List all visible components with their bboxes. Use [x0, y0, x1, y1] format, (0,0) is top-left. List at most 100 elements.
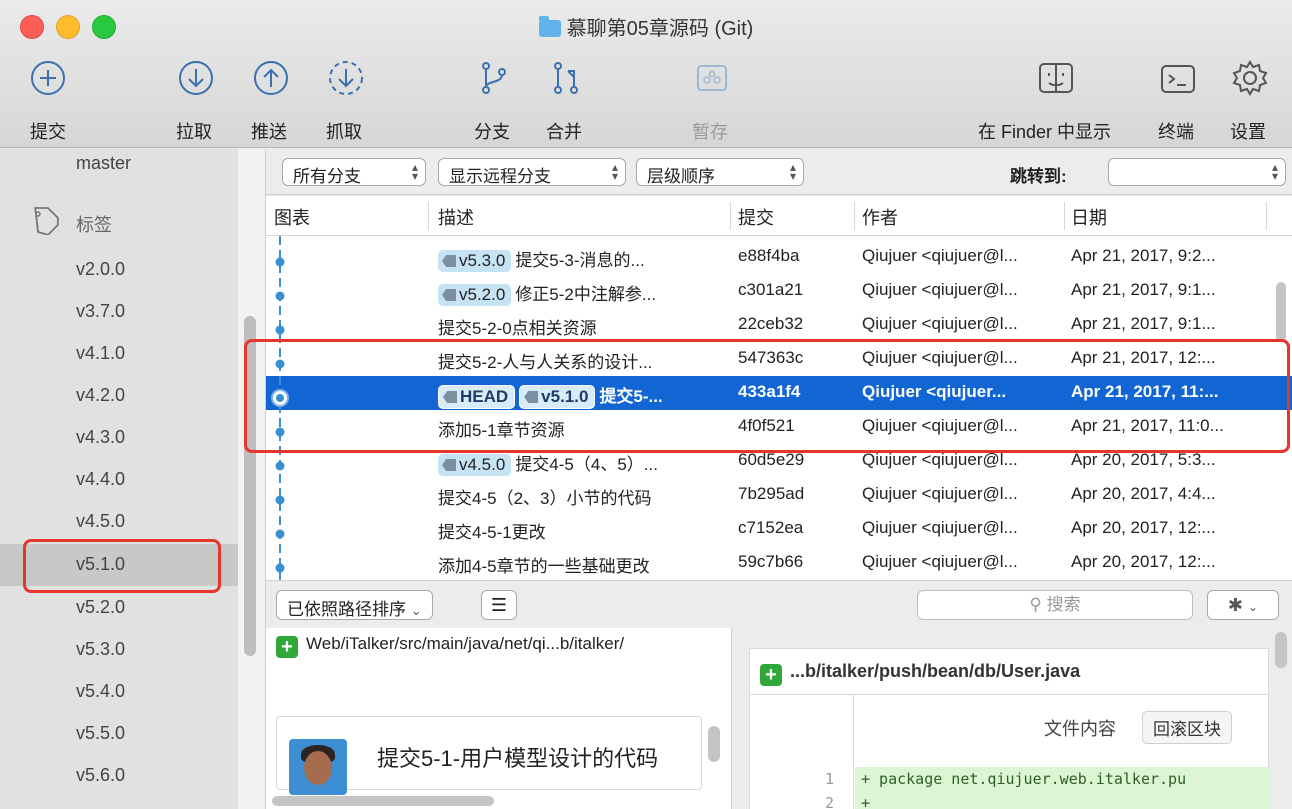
sidebar-tag-item[interactable]: v4.3.0	[0, 417, 238, 459]
hunk-label: 文件内容	[1044, 719, 1116, 739]
merge-label[interactable]: 合并	[546, 118, 582, 144]
commit-button[interactable]	[28, 58, 68, 98]
column-separator[interactable]	[730, 202, 731, 230]
tag-badge: v4.5.0	[438, 454, 512, 476]
column-header-date[interactable]: 日期	[1071, 204, 1107, 230]
sort-select[interactable]: 已依照路径排序 ⌄	[276, 590, 433, 620]
tag-badge: v5.3.0	[438, 250, 512, 272]
table-header: 图表 描述 提交 作者 日期	[266, 196, 1292, 236]
tag-badge: HEAD	[438, 385, 516, 409]
files-toolbar: 已依照路径排序 ⌄ ☰ ⚲ 搜索 ✱ ⌄	[266, 580, 1292, 628]
commit-title: 提交5-1-用户模型设计的代码	[377, 746, 659, 771]
commit-author: Qiujuer <qiujuer@l...	[862, 552, 1018, 571]
head-commit-node-core	[276, 394, 284, 402]
sidebar-tag-item[interactable]: v4.2.0	[0, 375, 238, 417]
column-header-graph[interactable]: 图表	[274, 204, 310, 230]
tag-icon	[443, 391, 457, 403]
branch-label[interactable]: 分支	[474, 118, 510, 144]
sidebar-tag-item[interactable]: v5.2.0	[0, 587, 238, 629]
fetch-button[interactable]	[326, 58, 366, 98]
terminal-button[interactable]	[1158, 58, 1198, 98]
merge-icon	[554, 62, 578, 94]
revert-hunk-button[interactable]: 回滚区块	[1142, 711, 1232, 744]
finder-icon	[1039, 63, 1073, 93]
order-select[interactable]: 层级顺序 ▴ ▾	[636, 158, 804, 186]
column-separator[interactable]	[428, 202, 429, 230]
sidebar-tag-item[interactable]: v5.5.0	[0, 713, 238, 755]
filter-bar: 所有分支 ▴ ▾ 显示远程分支 ▴ ▾ 层级顺序 ▴ ▾ 跳转到: ▴ ▾	[266, 149, 1292, 195]
jump-to-label: 跳转到:	[1010, 167, 1067, 186]
tag-badge: v5.1.0	[519, 385, 596, 409]
commit-node	[275, 291, 285, 301]
tag-icon	[442, 289, 456, 301]
branch-filter-select[interactable]: 所有分支 ▴ ▾	[282, 158, 426, 186]
jump-to-select[interactable]: ▴ ▾	[1108, 158, 1286, 186]
sidebar-scrollbar[interactable]	[244, 316, 256, 656]
commit-graph	[271, 236, 289, 580]
settings-button[interactable]	[1230, 58, 1270, 98]
file-list-hscrollbar[interactable]	[272, 796, 494, 806]
push-button[interactable]	[251, 58, 291, 98]
commit-node	[275, 427, 285, 437]
remote-filter-select[interactable]: 显示远程分支 ▴ ▾	[438, 158, 626, 186]
sidebar-tag-item[interactable]: v5.3.0	[0, 629, 238, 671]
commit-description: v5.3.0 提交5-3-消息的...	[438, 246, 734, 272]
stash-button[interactable]	[692, 58, 732, 98]
fetch-label[interactable]: 抓取	[326, 118, 362, 144]
settings-label[interactable]: 设置	[1230, 118, 1266, 144]
added-file-icon: +	[760, 664, 782, 686]
branch-icon	[482, 62, 506, 94]
diff-scrollbar[interactable]	[1275, 632, 1287, 668]
sidebar-tags-heading[interactable]: 标签	[0, 197, 238, 243]
column-separator[interactable]	[854, 202, 855, 230]
sidebar-tag-item[interactable]: v5.4.0	[0, 671, 238, 713]
show-in-finder-button[interactable]	[1036, 58, 1076, 98]
updown-chevron-icon: ▴ ▾	[411, 160, 418, 183]
sidebar-tag-item[interactable]: v4.1.0	[0, 333, 238, 375]
commit-label[interactable]: 提交	[30, 118, 66, 144]
pull-label[interactable]: 拉取	[176, 118, 212, 144]
branch-button[interactable]	[474, 58, 514, 98]
sidebar-tag-item[interactable]: v4.4.0	[0, 459, 238, 501]
file-list-vscrollbar[interactable]	[708, 726, 720, 762]
commit-date: Apr 21, 2017, 12:...	[1071, 348, 1216, 367]
pull-button[interactable]	[176, 58, 216, 98]
show-in-finder-label[interactable]: 在 Finder 中显示	[978, 118, 1111, 144]
column-header-author[interactable]: 作者	[862, 204, 898, 230]
commit-date: Apr 20, 2017, 12:...	[1071, 518, 1216, 537]
merge-button[interactable]	[546, 58, 586, 98]
commit-date: Apr 21, 2017, 11:0...	[1071, 416, 1224, 435]
column-header-commit[interactable]: 提交	[738, 204, 774, 230]
column-header-description[interactable]: 描述	[438, 204, 474, 230]
column-separator[interactable]	[1266, 202, 1267, 230]
stash-label[interactable]: 暂存	[692, 118, 728, 144]
commit-hash: 22ceb32	[738, 314, 804, 333]
sidebar-tag-item[interactable]: v3.7.0	[0, 291, 238, 333]
file-row[interactable]: + Web/iTalker/src/main/java/net/qi...b/it…	[266, 634, 731, 672]
commit-author: Qiujuer <qiujuer@l...	[862, 348, 1018, 367]
commit-date: Apr 21, 2017, 11:...	[1071, 382, 1219, 401]
folder-icon	[538, 16, 561, 37]
column-separator[interactable]	[1064, 202, 1065, 230]
commit-author: Qiujuer <qiujuer@l...	[862, 280, 1018, 299]
commit-description: HEAD v5.1.0 提交5-...	[438, 382, 734, 409]
gear-menu-button[interactable]: ✱ ⌄	[1207, 590, 1279, 620]
sidebar-tag-item-selected[interactable]: v5.1.0	[0, 544, 238, 586]
commit-author: Qiujuer <qiujuer@l...	[862, 484, 1018, 503]
table-scrollbar[interactable]	[1276, 282, 1286, 342]
sidebar-tag-item[interactable]: v4.5.0	[0, 501, 238, 543]
commit-hash: c301a21	[738, 280, 804, 299]
list-menu-button[interactable]: ☰	[481, 590, 517, 620]
commit-description: 添加5-1章节资源	[438, 421, 565, 440]
sidebar-tag-item[interactable]: v2.0.0	[0, 249, 238, 291]
diff-line: 2 +	[750, 791, 1270, 809]
terminal-label[interactable]: 终端	[1158, 118, 1194, 144]
sidebar-item-master[interactable]: master	[0, 149, 238, 185]
push-label[interactable]: 推送	[251, 118, 287, 144]
commit-date: Apr 20, 2017, 5:3...	[1071, 450, 1216, 469]
chevron-down-icon: ⌄	[410, 603, 422, 618]
commit-author: Qiujuer <qiujuer@l...	[862, 416, 1018, 435]
search-input[interactable]: ⚲ 搜索	[917, 590, 1193, 620]
updown-chevron-icon: ▴ ▾	[611, 160, 618, 183]
sidebar-tag-item[interactable]: v5.6.0	[0, 755, 238, 797]
